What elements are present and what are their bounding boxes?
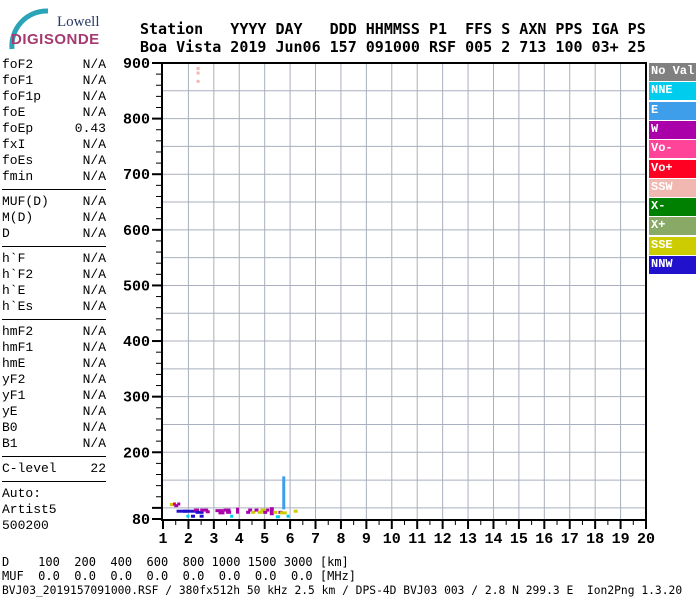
echo-mark xyxy=(200,515,204,518)
x-axis-label: 3 xyxy=(209,531,218,548)
x-axis-label: 18 xyxy=(586,531,604,548)
legend-item-nne: NNE xyxy=(649,82,696,100)
legend-item-x-: X- xyxy=(649,198,696,216)
echo-mark xyxy=(230,515,233,518)
echo-mark xyxy=(177,502,180,505)
echo-points xyxy=(170,67,298,518)
y-axis-label: 400 xyxy=(123,334,150,351)
x-axis-label: 5 xyxy=(260,531,269,548)
ionogram-page: Lowell DIGISONDE Station YYYY DAY DDD HH… xyxy=(0,0,700,600)
x-axis-label: 4 xyxy=(235,531,244,548)
echo-mark xyxy=(294,510,298,513)
y-axis-label: 300 xyxy=(123,390,150,407)
legend-item-vo-: Vo- xyxy=(649,140,696,158)
echo-mark xyxy=(266,509,269,512)
x-axis-label: 16 xyxy=(535,531,553,548)
y-axis-label: 800 xyxy=(123,112,150,129)
ionogram-chart: 9008007006005004003002008012345678910111… xyxy=(0,0,700,600)
echo-mark xyxy=(197,80,200,83)
x-axis-label: 10 xyxy=(383,531,401,548)
x-axis-label: 20 xyxy=(637,531,655,548)
axis-bottom xyxy=(161,519,647,521)
echo-mark xyxy=(287,515,290,518)
y-axis-label: 200 xyxy=(123,445,150,462)
echo-mark xyxy=(218,511,224,514)
legend-item-w: W xyxy=(649,121,696,139)
distance-row: D 100 200 400 600 800 1000 1500 3000 [km… xyxy=(2,555,349,569)
x-axis-label: 11 xyxy=(408,531,426,548)
y-axis-label: 900 xyxy=(123,56,150,73)
legend-item-x+: X+ xyxy=(649,217,696,235)
x-axis-label: 14 xyxy=(484,531,502,548)
x-axis-label: 7 xyxy=(311,531,320,548)
x-axis-label: 12 xyxy=(434,531,452,548)
echo-mark xyxy=(276,515,280,518)
y-axis-label: 500 xyxy=(123,278,150,295)
axis-top xyxy=(161,62,647,64)
footer-info: BVJ03_2019157091000.RSF / 380fx512h 50 k… xyxy=(2,584,682,597)
echo-mark xyxy=(186,515,189,518)
echo-mark xyxy=(206,510,210,513)
y-axis-label: 700 xyxy=(123,167,150,184)
axis-ticks xyxy=(152,63,646,529)
axis-labels: 9008007006005004003002008012345678910111… xyxy=(123,56,655,548)
x-axis-label: 13 xyxy=(459,531,477,548)
x-axis-label: 2 xyxy=(184,531,193,548)
x-axis-label: 9 xyxy=(362,531,371,548)
legend-item-e: E xyxy=(649,102,696,120)
y-axis-label: 80 xyxy=(132,512,150,529)
x-axis-label: 1 xyxy=(158,531,167,548)
echo-mark xyxy=(226,511,231,514)
echo-mark xyxy=(270,507,274,515)
echo-mark xyxy=(280,511,287,514)
x-axis-label: 6 xyxy=(286,531,295,548)
echo-mark xyxy=(273,511,277,514)
grid-lines xyxy=(163,63,646,519)
echo-mark xyxy=(236,508,239,514)
x-axis-label: 19 xyxy=(612,531,630,548)
x-axis-label: 15 xyxy=(510,531,528,548)
echo-mark xyxy=(197,72,200,75)
axis-left xyxy=(161,62,163,521)
legend-item-noval: No Val xyxy=(649,63,696,81)
echo-mark xyxy=(191,515,195,518)
x-axis-label: 17 xyxy=(561,531,579,548)
legend-item-nnw: NNW xyxy=(649,256,696,274)
echo-mark xyxy=(282,476,285,509)
x-axis-label: 8 xyxy=(336,531,345,548)
y-axis-label: 600 xyxy=(123,223,150,240)
axis-right xyxy=(645,62,647,521)
legend-item-vo+: Vo+ xyxy=(649,160,696,178)
legend-item-sse: SSE xyxy=(649,237,696,255)
echo-mark xyxy=(197,67,200,70)
muf-row: MUF 0.0 0.0 0.0 0.0 0.0 0.0 0.0 0.0 [MHz… xyxy=(2,569,356,583)
legend-item-ssw: SSW xyxy=(649,179,696,197)
